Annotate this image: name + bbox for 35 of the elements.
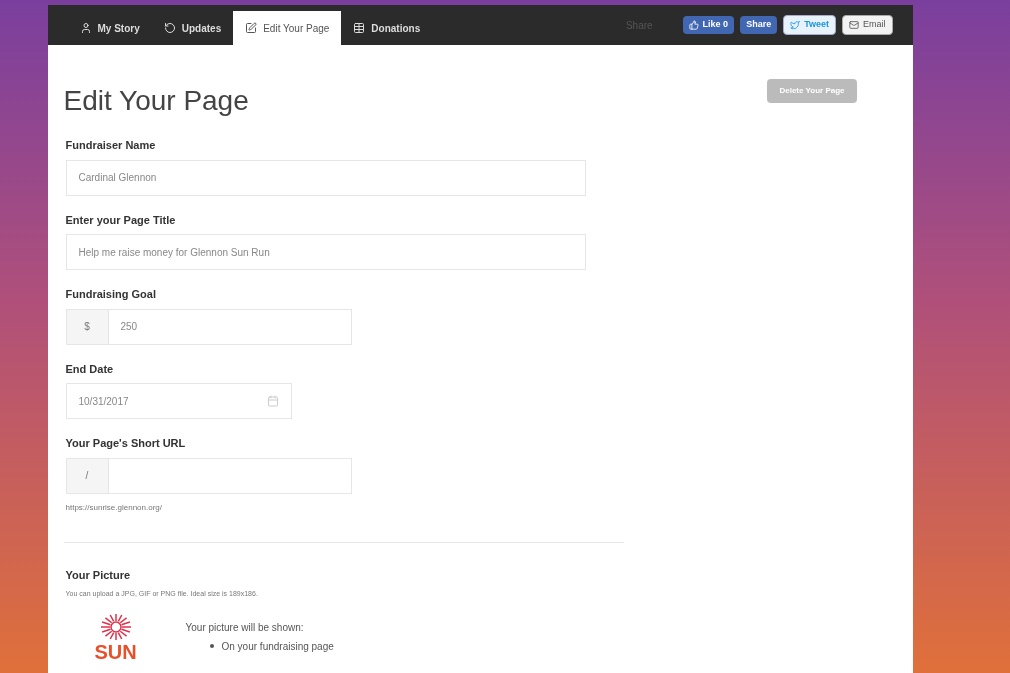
table-icon (353, 22, 366, 34)
page-title: Edit Your Page (63, 87, 249, 115)
text-field[interactable]: Help me raise money for Glennon Sun Run (65, 234, 586, 270)
help-text: https://sunrise.glennon.org/ (65, 501, 163, 514)
input-group[interactable]: $ 250 (65, 308, 352, 345)
nav-tab[interactable]: Updates (151, 11, 234, 45)
bird-icon (790, 20, 801, 30)
edit-icon (245, 22, 258, 34)
picture-info: Your picture will be shown: (185, 620, 305, 635)
field-label: Your Page's Short URL (65, 436, 187, 451)
text-field[interactable]: Cardinal Glennon (65, 159, 586, 196)
field-label: End Date (65, 361, 115, 377)
nav-tab[interactable]: Donations (341, 11, 433, 45)
field-label: Enter your Page Title (65, 212, 177, 228)
thumbs-up-icon (688, 20, 699, 30)
input-addon: $ (66, 309, 109, 344)
calendar-icon (266, 395, 279, 407)
mail-icon (849, 20, 859, 30)
tweet-button[interactable]: Tweet (783, 15, 836, 35)
like-button[interactable]: Like 0 (682, 16, 735, 34)
nav-tab[interactable]: My Story (67, 11, 152, 45)
logo-drawing: SUN (65, 611, 166, 662)
field-label: Fundraiser Name (65, 138, 157, 153)
nav-tab[interactable]: Edit Your Page (233, 11, 342, 45)
share-button[interactable]: Share (740, 16, 778, 34)
user-icon (79, 22, 92, 34)
field-label: Fundraising Goal (65, 287, 157, 302)
input-addon: / (66, 458, 109, 493)
list-item: On your fundraising page (221, 639, 334, 654)
email-button[interactable]: Email (842, 15, 893, 35)
input-group[interactable]: / (65, 457, 352, 494)
section-heading: Your Picture (65, 567, 132, 583)
bullet-icon (209, 644, 214, 648)
refresh-icon (163, 22, 176, 34)
date-field[interactable]: 10/31/2017 (65, 383, 292, 419)
